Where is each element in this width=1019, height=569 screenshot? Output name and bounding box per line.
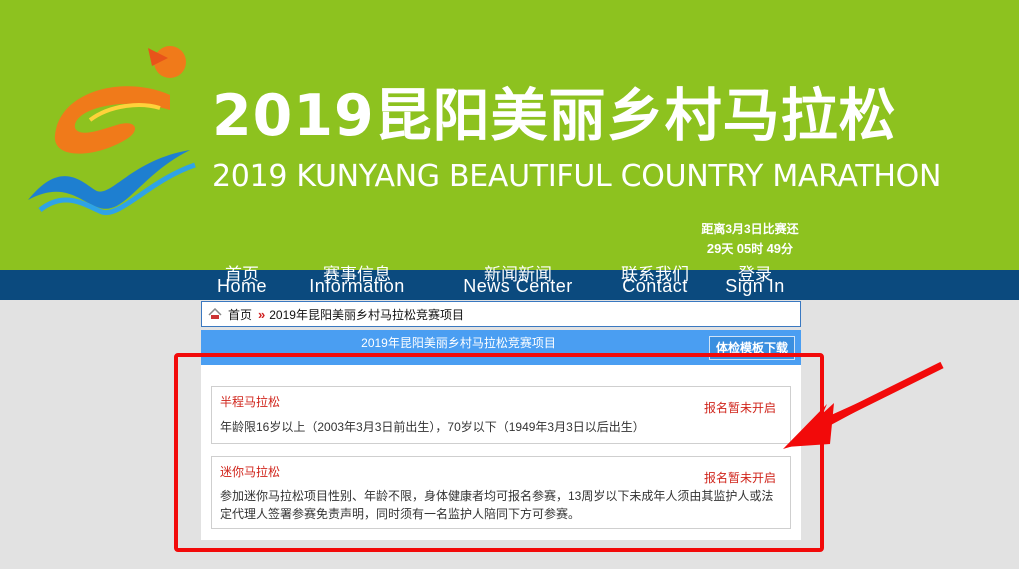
nav-item-label-en: News Center — [463, 276, 573, 296]
section-header: 2019年昆阳美丽乡村马拉松竞赛项目 体检模板下载 — [201, 330, 801, 365]
nav-item-label-en: Sign In — [725, 276, 785, 296]
event-description-line: 定代理人签署参赛免责声明，同时须有一名监护人陪同下方可参赛。 — [220, 507, 581, 521]
countdown-minutes: 49 — [766, 241, 782, 256]
event-description-line: 参加迷你马拉松项目性别、年龄不限，身体健康者均可报名参赛，13周岁以下未成年人须… — [220, 489, 774, 503]
event-card-mini-marathon[interactable]: 迷你马拉松 报名暂未开启 参加迷你马拉松项目性别、年龄不限，身体健康者均可报名参… — [211, 456, 791, 529]
home-icon — [208, 308, 222, 319]
countdown-days-unit: 天 — [721, 242, 734, 256]
nav-item-label-en: Home — [216, 276, 267, 296]
countdown-hours: 05 — [736, 241, 752, 256]
event-name: 迷你马拉松 — [220, 465, 281, 479]
countdown-hours-unit: 时 — [751, 242, 764, 256]
countdown-days: 29 — [706, 241, 722, 256]
nav-item-label-en: Information — [309, 276, 405, 296]
event-card-half-marathon[interactable]: 半程马拉松 报名暂未开启 年龄限16岁以上（2003年3月3日前出生），70岁以… — [211, 386, 791, 444]
race-countdown: 距离3月3日比赛还 29天 05时 49分 — [690, 220, 810, 259]
nav-item-signin[interactable]: 登录 Sign In — [719, 266, 791, 295]
events-panel: 半程马拉松 报名暂未开启 年龄限16岁以上（2003年3月3日前出生），70岁以… — [201, 365, 801, 540]
header-banner: 2019昆阳美丽乡村马拉松 2019 KUNYANG BEAUTIFUL COU… — [0, 0, 1019, 270]
nav-item-news[interactable]: 新闻新闻 News Center — [456, 266, 580, 295]
section-title: 2019年昆阳美丽乡村马拉松竞赛项目 — [361, 336, 556, 350]
countdown-label: 距离3月3日比赛还 — [701, 222, 799, 236]
nav-item-information[interactable]: 赛事信息 Information — [300, 266, 414, 295]
marathon-logo-icon — [28, 46, 196, 216]
breadcrumb-home-link[interactable]: 首页 — [228, 306, 252, 323]
nav-item-contact[interactable]: 联系我们 Contact — [612, 266, 698, 295]
event-description: 参加迷你马拉松项目性别、年龄不限，身体健康者均可报名参赛，13周岁以下未成年人须… — [220, 487, 773, 523]
breadcrumb: 首页 » 2019年昆阳美丽乡村马拉松竞赛项目 — [201, 301, 801, 327]
event-name: 半程马拉松 — [220, 395, 281, 409]
nav-item-label-en: Contact — [622, 276, 688, 296]
event-description: 年龄限16岁以上（2003年3月3日前出生），70岁以下（1949年3月3日以后… — [220, 420, 645, 434]
registration-status: 报名暂未开启 — [703, 471, 776, 485]
countdown-minutes-unit: 分 — [781, 242, 794, 256]
nav-item-home[interactable]: 首页 Home — [213, 266, 271, 295]
site-title-en: 2019 KUNYANG BEAUTIFUL COUNTRY MARATHON — [212, 159, 942, 194]
breadcrumb-separator: » — [258, 306, 266, 322]
site-title-cn: 2019昆阳美丽乡村马拉松 — [212, 83, 897, 149]
breadcrumb-current: 2019年昆阳美丽乡村马拉松竞赛项目 — [269, 307, 464, 322]
download-medical-template-button[interactable]: 体检模板下载 — [709, 336, 796, 360]
registration-status: 报名暂未开启 — [703, 401, 776, 415]
main-nav: 首页 Home 赛事信息 Information 新闻新闻 News Cente… — [0, 266, 1019, 300]
